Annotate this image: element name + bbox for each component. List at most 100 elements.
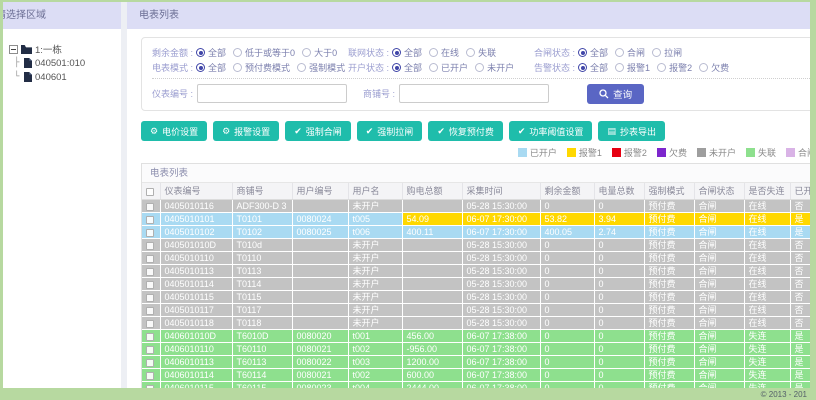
radio-icon[interactable] [615,63,625,72]
radio-icon[interactable] [302,48,312,57]
table-cell: 0 [594,290,645,304]
query-button[interactable]: 查询 [587,83,645,104]
table-cell: ADF300-D 3 [232,199,293,213]
radio-option[interactable]: 未开户 [475,61,514,74]
tree-node[interactable]: ├ 040501:010 [14,56,119,70]
table-row: 0406010113 T60113 0080022 t003 1200.00 06-07 … [142,355,810,369]
table-cell: 0405010118 [160,316,233,330]
radio-icon[interactable] [196,63,206,72]
radio-icon[interactable] [233,63,243,72]
table-cell: 0 [540,264,595,278]
radio-icon[interactable] [652,48,662,57]
row-checkbox[interactable] [146,306,154,315]
radio-option[interactable]: 欠费 [699,61,729,74]
table-cell: T6010D [232,329,293,343]
radio-icon[interactable] [578,63,588,72]
radio-icon[interactable] [615,48,625,57]
toolbar-button[interactable]: ✔ 功率阈值设置 [508,121,593,141]
radio-option[interactable]: 合闸 [615,46,645,59]
radio-icon[interactable] [475,63,485,72]
radio-option[interactable]: 拉闸 [652,46,682,59]
table-cell: 0405010117 [160,303,233,317]
radio-option[interactable]: 失联 [466,46,496,59]
filter-group-label: 开户状态 [348,61,389,74]
table-cell: 2.74 [594,225,645,239]
legend-label: 合闸 [797,147,810,158]
toolbar-button[interactable]: ✔ 强制拉闸 [356,121,423,141]
radio-icon[interactable] [392,63,402,72]
filter-rows: 剩余金额 全部 低于或等于0 大于0联网状态 全部 在线 失联合闸状态 全部 合… [152,45,810,75]
row-checkbox[interactable] [146,358,154,367]
row-select-cell [142,329,161,343]
row-checkbox[interactable] [146,215,154,224]
row-checkbox[interactable] [146,319,154,328]
radio-icon[interactable] [578,48,588,57]
table-cell: 0 [594,251,645,265]
table-cell: t006 [348,225,403,239]
toolbar-button[interactable]: ▤ 抄表导出 [598,121,665,141]
row-select-cell [142,277,161,291]
toolbar-button[interactable]: ✔ 强制合闸 [285,121,351,141]
radio-icon[interactable] [699,63,709,72]
table-cell: T60114 [232,368,293,382]
sidebar-title: 请选择区域 [3,2,121,29]
radio-option[interactable]: 预付费模式 [233,61,290,74]
toolbar-button-label: 恢复预付费 [448,126,494,137]
column-header: 合闸状态 [694,183,745,200]
radio-icon[interactable] [233,48,243,57]
filter-group-label: 剩余金额 [152,46,193,59]
toolbar-button[interactable]: ✔ 恢复预付费 [428,121,503,141]
row-checkbox[interactable] [146,332,154,341]
row-checkbox[interactable] [146,293,154,302]
table-cell: 0405010116 [160,199,233,213]
tree-connector: └ [14,72,20,82]
radio-option-label: 未开户 [487,63,515,73]
radio-icon[interactable] [657,63,667,72]
table-cell: 0080024 [292,212,349,226]
radio-option[interactable]: 全部 [578,61,608,74]
radio-option[interactable]: 已开户 [429,61,468,74]
filter-group: 电表模式 全部 预付费模式 强制模式 [152,61,348,74]
select-all-checkbox[interactable] [146,187,154,196]
radio-icon[interactable] [392,48,402,57]
radio-option[interactable]: 全部 [392,61,422,74]
radio-option[interactable]: 全部 [392,46,422,59]
tree-node[interactable]: └ 040601 [14,70,119,84]
row-checkbox[interactable] [146,371,154,380]
tree-node-root[interactable]: 1:一栋 [9,42,119,56]
tree-collapse-toggle[interactable] [9,44,18,54]
radio-option[interactable]: 强制模式 [297,61,345,74]
row-checkbox[interactable] [146,228,154,237]
row-checkbox[interactable] [146,267,154,276]
radio-option[interactable]: 报警2 [657,61,692,74]
table-cell: 未开户 [348,316,403,330]
row-checkbox[interactable] [146,202,154,211]
row-checkbox[interactable] [146,384,154,388]
shop-number-input[interactable] [399,84,550,103]
meter-number-input[interactable] [197,84,348,103]
table-cell: T010d [232,238,293,252]
radio-option[interactable]: 全部 [196,46,226,59]
row-checkbox[interactable] [146,254,154,263]
radio-option[interactable]: 大于0 [302,46,337,59]
row-checkbox[interactable] [146,345,154,354]
table-cell: 合闸 [694,381,745,388]
table-cell: 0 [540,277,595,291]
radio-icon[interactable] [466,48,476,57]
radio-option[interactable]: 低于或等于0 [233,46,295,59]
toolbar-button[interactable]: ⚙ 电价设置 [141,121,208,141]
radio-icon[interactable] [429,48,439,57]
radio-icon[interactable] [196,48,206,57]
row-checkbox[interactable] [146,241,154,250]
table-cell: T0102 [232,225,293,239]
radio-option[interactable]: 报警1 [615,61,650,74]
radio-icon[interactable] [297,63,307,72]
toolbar-button[interactable]: ⚙ 报警设置 [213,121,280,141]
row-checkbox[interactable] [146,280,154,289]
radio-option[interactable]: 全部 [196,61,226,74]
radio-icon[interactable] [429,63,439,72]
table-cell: 在线 [744,199,791,213]
radio-option[interactable]: 全部 [578,46,608,59]
radio-option-label: 报警2 [669,63,693,73]
radio-option[interactable]: 在线 [429,46,459,59]
